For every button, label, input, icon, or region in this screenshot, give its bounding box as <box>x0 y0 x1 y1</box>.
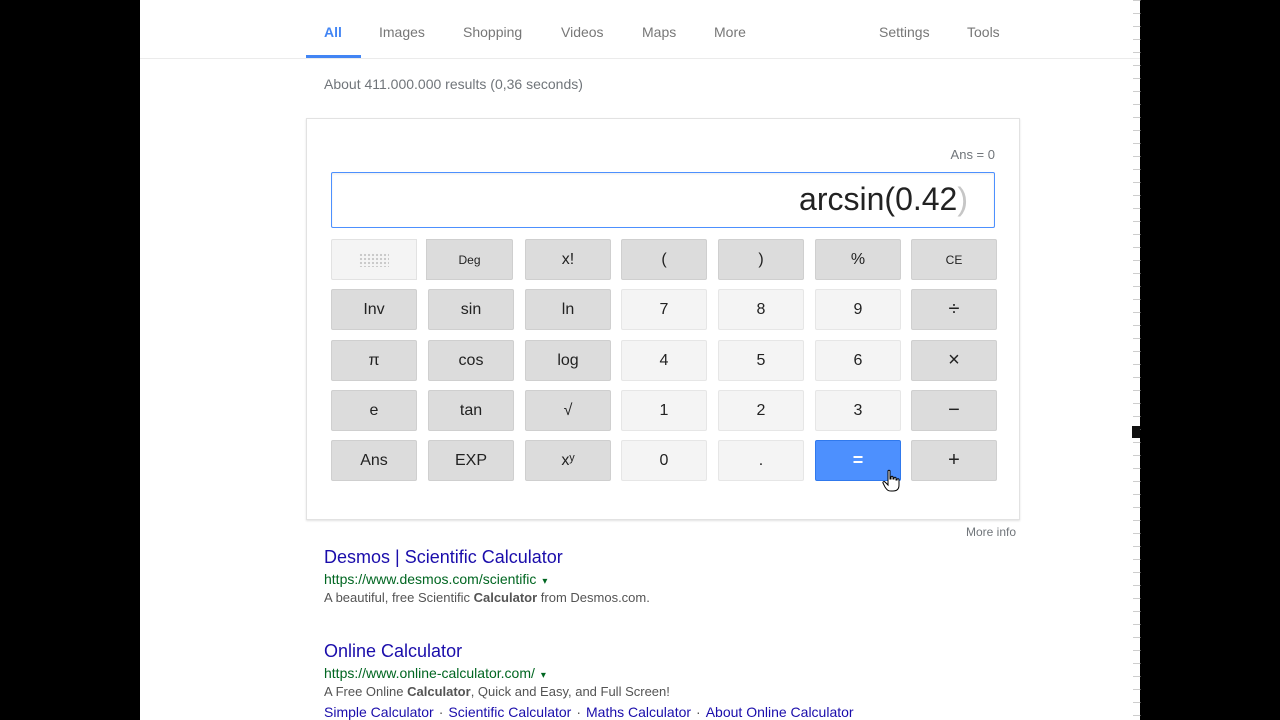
search-results-page: All Images Shopping Videos Maps More Set… <box>140 0 1140 720</box>
sitelink-separator: · <box>438 704 444 720</box>
clear-entry-key[interactable]: CE <box>911 239 997 280</box>
sitelink-simple-calculator[interactable]: Simple Calculator <box>324 704 434 720</box>
exp-key[interactable]: EXP <box>428 440 514 481</box>
result-snippet: A Free Online Calculator, Quick and Easy… <box>324 684 854 699</box>
tools-link[interactable]: Tools <box>967 24 1000 40</box>
tab-videos[interactable]: Videos <box>561 24 604 40</box>
digit-2-key[interactable]: 2 <box>718 390 804 431</box>
scroll-marker <box>1132 426 1140 438</box>
snippet-text: A beautiful, free Scientific <box>324 590 474 605</box>
sqrt-key[interactable]: √ <box>525 390 611 431</box>
percent-key[interactable]: % <box>815 239 901 280</box>
result-stats: About 411.000.000 results (0,36 seconds) <box>324 76 583 92</box>
snippet-text: , Quick and Easy, and Full Screen! <box>470 684 670 699</box>
display-closing-paren: ) <box>957 181 968 217</box>
digit-1-key[interactable]: 1 <box>621 390 707 431</box>
scroll-edge-artifacts <box>1133 0 1141 720</box>
result-title-link[interactable]: Desmos | Scientific Calculator <box>324 547 650 568</box>
previous-answer: Ans = 0 <box>950 147 995 162</box>
sin-key[interactable]: sin <box>428 289 514 330</box>
result-url: https://www.online-calculator.com/ ▾ <box>324 665 854 681</box>
settings-link[interactable]: Settings <box>879 24 930 40</box>
digit-8-key[interactable]: 8 <box>718 289 804 330</box>
search-result: Online Calculator https://www.online-cal… <box>324 641 854 720</box>
open-paren-key[interactable]: ( <box>621 239 707 280</box>
sitelink-separator: · <box>696 704 701 720</box>
digit-6-key[interactable]: 6 <box>815 340 901 381</box>
display-expression: arcsin(0.42) <box>799 181 968 218</box>
multiply-key[interactable]: × <box>911 340 997 381</box>
calculator-display[interactable]: arcsin(0.42) <box>331 172 995 228</box>
hand-pointer-icon <box>882 469 900 492</box>
deg-toggle[interactable]: Deg <box>426 239 513 280</box>
add-key[interactable]: + <box>911 440 997 481</box>
tab-more[interactable]: More <box>714 24 746 40</box>
result-title-link[interactable]: Online Calculator <box>324 641 854 662</box>
digit-7-key[interactable]: 7 <box>621 289 707 330</box>
result-url: https://www.desmos.com/scientific ▾ <box>324 571 650 587</box>
result-url-text: https://www.desmos.com/scientific <box>324 571 537 587</box>
right-letterbox <box>1140 0 1280 720</box>
tab-all[interactable]: All <box>324 24 342 40</box>
log-key[interactable]: log <box>525 340 611 381</box>
search-tabs-bar: All Images Shopping Videos Maps More Set… <box>140 0 1140 59</box>
result-url-text: https://www.online-calculator.com/ <box>324 665 535 681</box>
snippet-text: from Desmos.com. <box>537 590 650 605</box>
more-info-link[interactable]: More info <box>966 525 1016 539</box>
e-key[interactable]: e <box>331 390 417 431</box>
sitelink-separator: · <box>576 704 581 720</box>
url-caret-icon[interactable]: ▾ <box>541 670 546 681</box>
search-result: Desmos | Scientific Calculator https://w… <box>324 547 650 605</box>
display-value: arcsin(0.42 <box>799 181 958 217</box>
sitelink-maths-calculator[interactable]: Maths Calculator <box>586 704 691 720</box>
digit-4-key[interactable]: 4 <box>621 340 707 381</box>
ln-key[interactable]: ln <box>525 289 611 330</box>
close-paren-key[interactable]: ) <box>718 239 804 280</box>
rad-toggle[interactable] <box>331 239 417 280</box>
tab-images[interactable]: Images <box>379 24 425 40</box>
snippet-highlight: Calculator <box>407 684 471 699</box>
snippet-highlight: Calculator <box>473 590 538 605</box>
snippet-text: A Free Online <box>324 684 408 699</box>
divide-key[interactable]: ÷ <box>911 289 997 330</box>
cos-key[interactable]: cos <box>428 340 514 381</box>
inverse-key[interactable]: Inv <box>331 289 417 330</box>
digit-0-key[interactable]: 0 <box>621 440 707 481</box>
factorial-key[interactable]: x! <box>525 239 611 280</box>
digit-9-key[interactable]: 9 <box>815 289 901 330</box>
active-tab-indicator <box>306 55 361 58</box>
tab-shopping[interactable]: Shopping <box>463 24 522 40</box>
sitelink-scientific-calculator[interactable]: Scientific Calculator <box>448 704 571 720</box>
result-snippet: A beautiful, free Scientific Calculator … <box>324 590 650 605</box>
power-key[interactable]: xʸ <box>525 440 611 481</box>
result-sitelinks: Simple Calculator · Scientific Calculator ·… <box>324 704 854 720</box>
rad-dots-icon <box>359 252 389 267</box>
digit-5-key[interactable]: 5 <box>718 340 804 381</box>
tan-key[interactable]: tan <box>428 390 514 431</box>
digit-3-key[interactable]: 3 <box>815 390 901 431</box>
url-caret-icon[interactable]: ▾ <box>542 576 547 587</box>
subtract-key[interactable]: − <box>911 390 997 431</box>
decimal-key[interactable]: . <box>718 440 804 481</box>
pi-key[interactable]: π <box>331 340 417 381</box>
calculator-widget: Ans = 0 arcsin(0.42) Deg x! ( ) % CE Inv… <box>306 118 1020 520</box>
tab-maps[interactable]: Maps <box>642 24 676 40</box>
ans-key[interactable]: Ans <box>331 440 417 481</box>
sitelink-about-online-calculator[interactable]: About Online Calculator <box>706 704 854 720</box>
